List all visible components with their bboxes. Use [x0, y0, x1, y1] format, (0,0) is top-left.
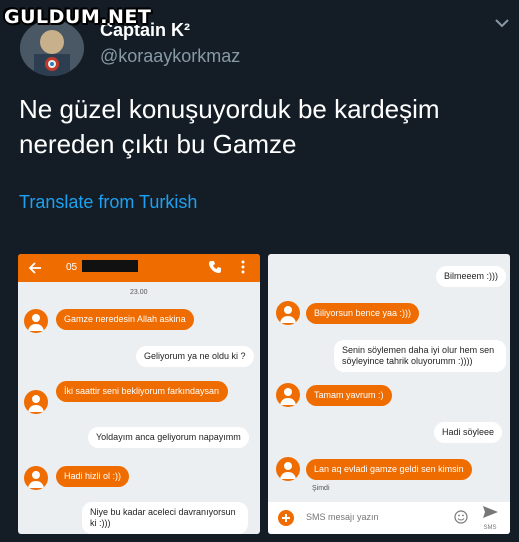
contact-avatar [276, 301, 300, 325]
attached-image-left[interactable]: 05 23.00 Gamze neredesin Allah askina Ge… [18, 254, 260, 534]
add-attachment-icon[interactable] [278, 510, 294, 526]
tweet-text: Ne güzel konuşuyorduk be kardeşim nerede… [19, 92, 499, 162]
send-label: SMS [483, 525, 497, 531]
message-input[interactable]: SMS mesajı yazın [306, 512, 379, 522]
message-timestamp: Şimdi [312, 485, 330, 492]
contact-avatar [24, 309, 48, 333]
message-bubble: Hadi söyleee [434, 422, 503, 443]
app-bar: 05 [18, 254, 260, 282]
emoji-icon[interactable] [454, 510, 468, 524]
tweet-text-line-2: nereden çıktı bu Gamze [19, 129, 297, 159]
user-handle[interactable]: @koraaykorkmaz [100, 46, 240, 67]
send-button[interactable]: SMS [478, 504, 502, 532]
message-bubble: Hadi hizli ol :)) [56, 466, 130, 487]
more-vert-icon [241, 260, 245, 274]
message-bubble: Gamze neredesin Allah askina [56, 309, 194, 330]
contact-avatar [24, 390, 48, 414]
message-bubble: Senin söylemen daha iyi olur hem sen söy… [334, 340, 506, 372]
message-bubble: Geliyorum ya ne oldu ki ? [136, 346, 254, 367]
site-watermark: GULDUM.NET [4, 6, 152, 28]
message-bubble: Niye bu kadar aceleci davranıyorsun ki :… [82, 502, 248, 534]
contact-avatar [276, 383, 300, 407]
attached-image-right[interactable]: Bilmeeem :))) Biliyorsun bence yaa :))) … [268, 254, 510, 534]
translate-link[interactable]: Translate from Turkish [19, 192, 197, 213]
message-bubble: Biliyorsun bence yaa :))) [306, 303, 420, 324]
message-bubble: İki saattir seni bekliyorum farkındaysan [56, 381, 228, 402]
message-bubble: Tamam yavrum :) [306, 385, 392, 406]
message-bubble: Lan aq evladi gamze geldi sen kimsin [306, 459, 472, 480]
phone-icon [209, 261, 221, 273]
tweet-text-line-1: Ne güzel konuşuyorduk be kardeşim [19, 94, 440, 124]
chevron-down-icon[interactable] [494, 17, 510, 29]
contact-number: 05 [66, 262, 78, 273]
redaction-bar [82, 260, 138, 272]
contact-avatar [24, 466, 48, 490]
contact-avatar [276, 457, 300, 481]
message-bubble: Yoldayım anca geliyorum napayımm [88, 427, 249, 448]
message-composer: SMS mesajı yazın SMS [268, 502, 510, 534]
message-bubble: Bilmeeem :))) [436, 266, 507, 287]
send-icon [483, 506, 498, 518]
back-arrow-icon [28, 262, 41, 274]
date-stamp: 23.00 [130, 289, 148, 296]
profile-avatar[interactable] [20, 20, 84, 76]
